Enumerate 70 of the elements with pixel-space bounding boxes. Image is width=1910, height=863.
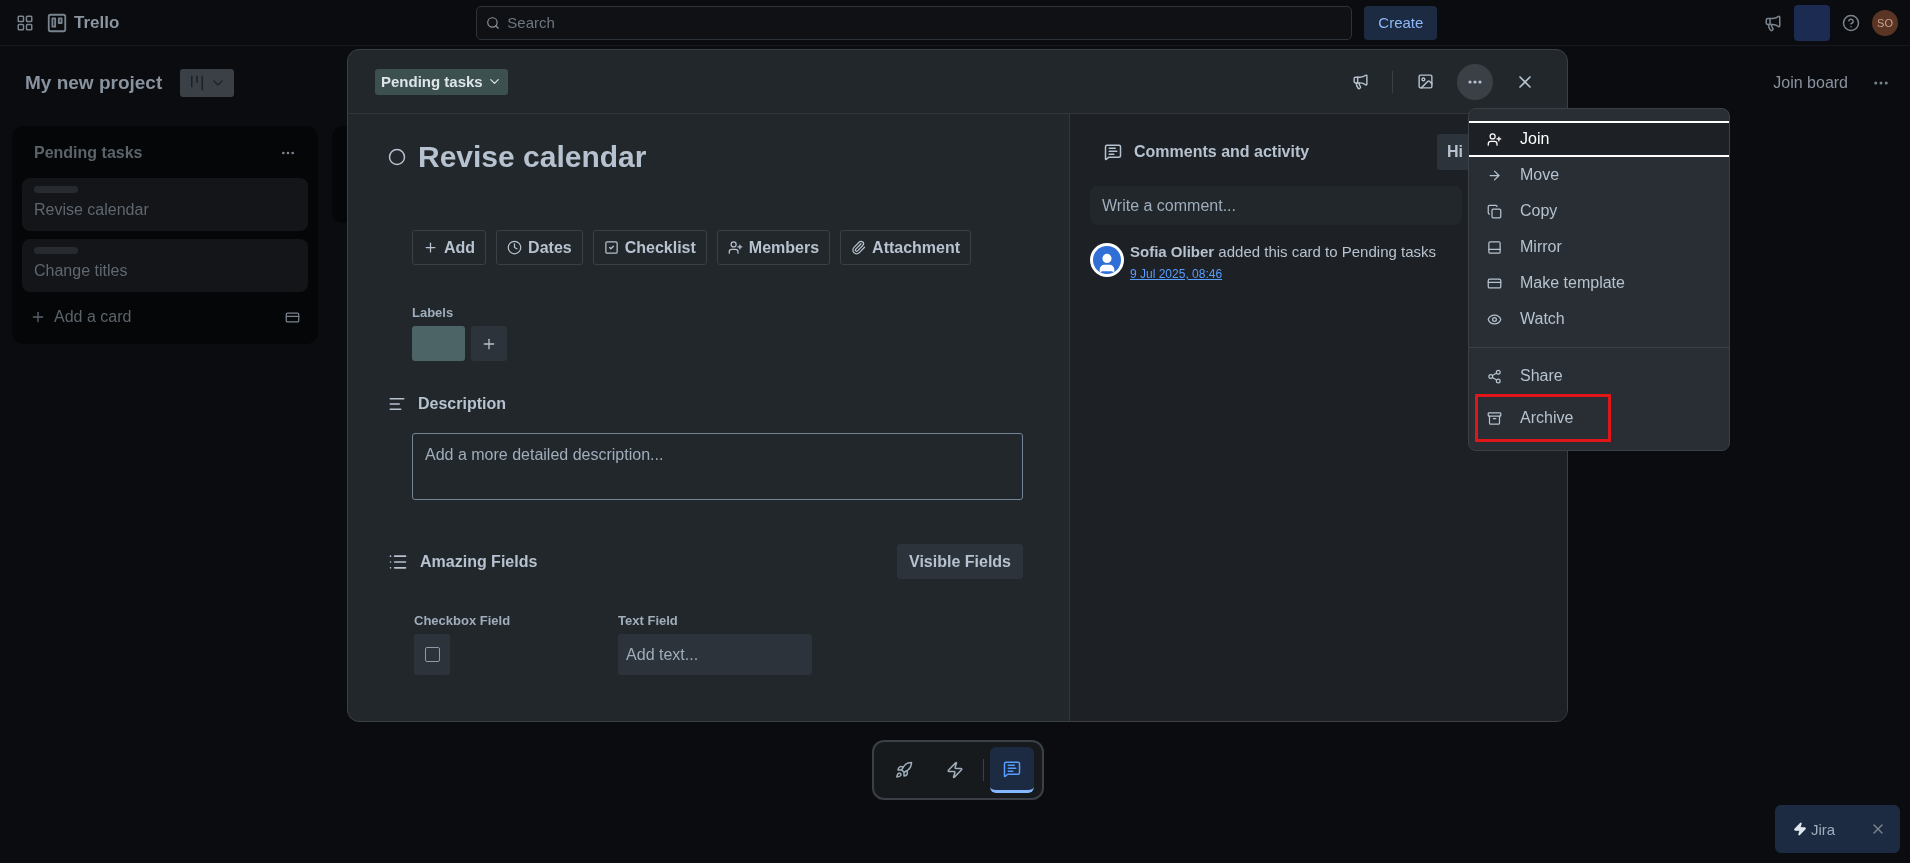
user-avatar[interactable]: SO [1872,9,1898,36]
action-button[interactable]: Members [716,230,831,265]
menu-item[interactable]: Share [1469,358,1729,394]
paperclip-icon [851,240,867,255]
comment-icon [1104,143,1122,161]
apps-icon[interactable] [16,13,34,32]
add-person-icon [727,240,743,255]
menu-item[interactable]: Watch [1469,301,1729,337]
copy-icon [1487,203,1502,219]
user-avatar [1090,243,1124,277]
action-button[interactable]: Checklist [592,230,707,265]
lightning-icon [945,761,964,779]
logo-icon[interactable] [46,11,68,34]
menu-item[interactable]: Make template [1469,265,1729,301]
rocket-icon [895,761,914,779]
activity-text: Sofia Oliber added this card to Pending tasks [1130,243,1436,260]
description-heading: Description [418,395,506,413]
comment-field[interactable]: Write a comment... [1090,186,1462,225]
list-chip[interactable]: Pending tasks [375,68,508,95]
card-title[interactable]: Revise calendar [418,140,647,174]
action-button[interactable]: Dates [496,230,583,265]
checkbox-square[interactable] [424,647,440,662]
action-button[interactable]: Attachment [840,230,972,265]
create-button[interactable]: Create [1364,5,1438,40]
description-icon [388,395,406,413]
jira-label[interactable]: Jira [1811,820,1866,838]
help-icon[interactable] [1842,13,1860,32]
plus-icon [30,309,46,325]
template-icon[interactable] [285,309,300,325]
action-button[interactable]: Add [412,230,487,265]
label-swatch[interactable] [412,326,465,361]
text-field[interactable]: Add text... [618,634,813,675]
clock-icon [507,240,523,255]
description-field[interactable]: Add a more detailed description... [412,433,1023,500]
jira-logo-icon [1793,822,1807,836]
menu-item[interactable]: Mirror [1469,229,1729,265]
arrow-icon [1487,167,1502,183]
add-person-icon [1487,131,1502,147]
activity-heading: Comments and activity [1134,143,1310,161]
comment-icon [1002,759,1021,778]
panel-icon [1487,239,1502,255]
checkbox-icon [603,240,619,255]
section-heading: Amazing Fields [420,552,538,571]
search-icon [486,15,501,30]
menu-item[interactable]: Join [1469,121,1729,157]
app-tile[interactable] [1794,4,1830,41]
eye-icon [1487,311,1502,327]
join-board-button[interactable]: Join board [1767,73,1854,93]
megaphone-icon[interactable] [1764,13,1782,32]
plus-icon [423,240,438,255]
search-field[interactable]: Search [476,5,1353,40]
field-label: Text Field [618,613,679,628]
labels-heading: Labels [412,305,455,320]
complete-toggle[interactable] [388,148,406,166]
template-icon [1487,275,1502,291]
share-icon [1487,368,1502,384]
archive-icon [1487,410,1502,426]
checkbox[interactable] [414,634,450,675]
menu-item[interactable]: Copy [1469,193,1729,229]
field-label: Checkbox Field [414,613,511,628]
menu-item[interactable]: Move [1469,157,1729,193]
app-name[interactable]: Trello [74,12,120,33]
more-icon [1468,79,1482,84]
more-button[interactable] [1457,63,1493,100]
menu-item[interactable]: Archive [1475,394,1611,442]
board-title[interactable]: My new project [25,72,163,94]
add-label-button[interactable] [471,326,507,361]
activity-time-link[interactable]: 9 Jul 2025, 08:46 [1130,267,1223,281]
visible-fields-button[interactable]: Visible Fields [897,544,1023,579]
comment-button[interactable] [989,747,1034,793]
